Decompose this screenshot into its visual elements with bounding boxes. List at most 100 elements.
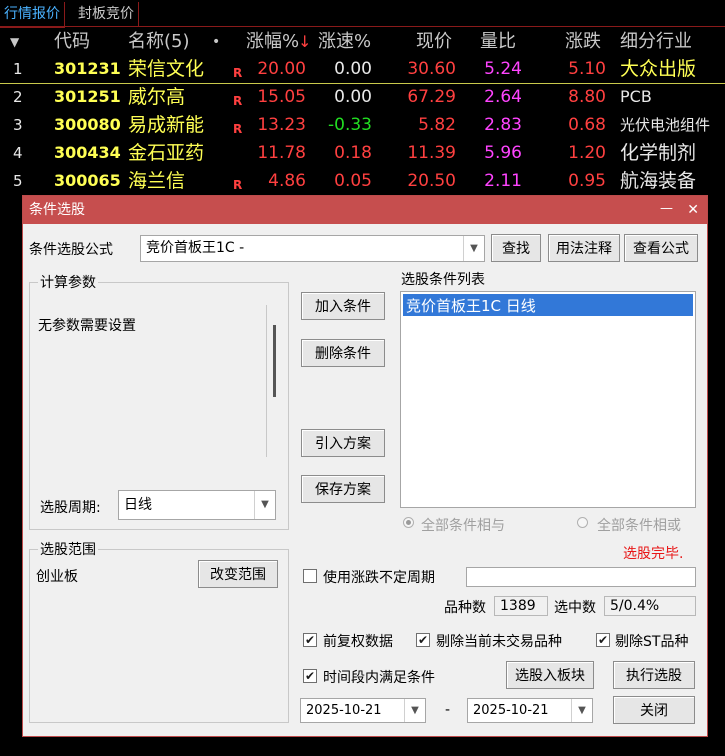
date-from-combo[interactable]: 2025-10-21 ▼ (300, 698, 426, 723)
row-index: 1 (13, 60, 23, 78)
dialog-titlebar[interactable]: 条件选股 — ✕ (23, 196, 707, 224)
period-combo[interactable]: 日线 ▼ (118, 490, 276, 520)
period-value: 日线 (124, 497, 152, 513)
close-icon[interactable]: ✕ (687, 196, 699, 224)
row-index: 2 (13, 88, 23, 106)
col-vol-ratio[interactable]: 量比 (480, 28, 516, 56)
speed: 0.18 (334, 143, 372, 163)
find-button[interactable]: 查找 (491, 234, 541, 262)
industry: PCB (620, 87, 652, 106)
vol-ratio: 2.83 (484, 115, 522, 135)
params-scroll-track (266, 305, 267, 457)
chevron-down-icon[interactable]: ▼ (463, 236, 484, 261)
col-change[interactable]: 涨跌 (565, 28, 601, 56)
fq-checkbox[interactable]: ✔ (303, 633, 317, 647)
change: 5.10 (568, 59, 606, 79)
col-industry[interactable]: 细分行业 (620, 28, 692, 56)
scope-group: 选股范围 创业板 改变范围 (29, 539, 289, 723)
chevron-down-icon[interactable]: ▼ (404, 699, 425, 722)
params-scrollbar[interactable] (273, 325, 276, 397)
col-price[interactable]: 现价 (416, 28, 452, 56)
list-item-label: 竞价首板王1C 日线 (406, 297, 536, 315)
change: 0.68 (568, 115, 606, 135)
dialog-title: 条件选股 (29, 202, 85, 218)
stock-name: 易成新能 (128, 114, 205, 136)
change-pct: 15.05 (257, 87, 306, 107)
formula-label: 条件选股公式 (29, 242, 113, 258)
stock-code: 300434 (54, 143, 121, 162)
menu-arrow-icon[interactable]: ▼ (10, 28, 19, 56)
change-pct: 13.23 (257, 115, 306, 135)
speed: 0.00 (334, 59, 372, 79)
delete-condition-button[interactable]: 删除条件 (301, 339, 385, 367)
view-formula-button[interactable]: 查看公式 (624, 234, 698, 262)
to-block-button[interactable]: 选股入板块 (506, 661, 594, 689)
col-change-pct[interactable]: 涨幅% (246, 28, 299, 56)
table-row[interactable]: 1 301231 荣信文化 R 20.00 0.00 30.60 5.24 5.… (0, 55, 725, 84)
condition-list[interactable]: 竞价首板王1C 日线 (400, 291, 696, 508)
table-row[interactable]: 4 300434 金石亚药 11.78 0.18 11.39 5.96 1.20… (0, 139, 725, 167)
count-label: 品种数 (444, 600, 486, 616)
table-row[interactable]: 3 300080 易成新能 R 13.23 -0.33 5.82 2.83 0.… (0, 111, 725, 139)
col-name[interactable]: 名称(5) (128, 28, 190, 56)
scope-title: 选股范围 (38, 539, 98, 559)
chevron-down-icon[interactable]: ▼ (571, 699, 592, 722)
stock-code: 300080 (54, 115, 121, 134)
col-speed[interactable]: 涨速% (318, 28, 371, 56)
condition-list-title: 选股条件列表 (401, 272, 485, 288)
chevron-down-icon[interactable]: ▼ (254, 491, 275, 519)
save-plan-button[interactable]: 保存方案 (301, 475, 385, 503)
all-and-label: 全部条件相与 (421, 518, 505, 534)
minimize-icon[interactable]: — (660, 195, 673, 223)
vol-ratio: 5.96 (484, 143, 522, 163)
speed: 0.05 (334, 171, 372, 191)
untraded-checkbox[interactable]: ✔ (416, 633, 430, 647)
industry: 航海装备 (620, 170, 697, 192)
price: 67.29 (407, 87, 456, 107)
date-from-value: 2025-10-21 (306, 703, 382, 718)
change: 1.20 (568, 143, 606, 163)
col-code[interactable]: 代码 (54, 28, 90, 56)
usage-button[interactable]: 用法注释 (548, 234, 620, 262)
import-plan-button[interactable]: 引入方案 (301, 429, 385, 457)
date-to-combo[interactable]: 2025-10-21 ▼ (467, 698, 593, 723)
st-checkbox[interactable]: ✔ (596, 633, 610, 647)
row-index: 4 (13, 144, 23, 162)
use-period-checkbox[interactable] (303, 569, 317, 583)
use-period-label: 使用涨跌不定周期 (323, 570, 435, 586)
price: 11.39 (407, 143, 456, 163)
list-item-selected[interactable]: 竞价首板王1C 日线 (403, 294, 693, 316)
radio-dot (406, 520, 411, 525)
price: 20.50 (407, 171, 456, 191)
close-button[interactable]: 关闭 (613, 696, 695, 724)
industry: 大众出版 (620, 58, 697, 80)
change-scope-button[interactable]: 改变范围 (198, 560, 278, 588)
params-text: 无参数需要设置 (38, 318, 136, 334)
table-row[interactable]: 5 300065 海兰信 R 4.86 0.05 20.50 2.11 0.95… (0, 167, 725, 195)
count-value: 1389 (494, 596, 548, 616)
radio-all-or[interactable] (577, 517, 588, 528)
scope-value: 创业板 (36, 569, 78, 585)
st-label: 剔除ST品种 (615, 634, 689, 650)
radio-all-and[interactable] (403, 517, 414, 528)
time-checkbox[interactable]: ✔ (303, 669, 317, 683)
run-button[interactable]: 执行选股 (613, 661, 695, 689)
stock-name: 海兰信 (128, 170, 186, 192)
fq-label: 前复权数据 (323, 634, 393, 650)
stock-code: 301251 (54, 87, 121, 106)
table-row[interactable]: 2 301251 威尔高 R 15.05 0.00 67.29 2.64 8.8… (0, 83, 725, 111)
stock-name: 威尔高 (128, 86, 186, 108)
tab-quotes[interactable]: 行情报价 (0, 2, 65, 28)
tab-limit-auction[interactable]: 封板竞价 (74, 2, 139, 26)
change: 0.95 (568, 171, 606, 191)
add-condition-button[interactable]: 加入条件 (301, 292, 385, 320)
stock-name: 金石亚药 (128, 142, 205, 164)
formula-combo[interactable]: 竞价首板王1C - ▼ (140, 235, 485, 262)
vol-ratio: 2.11 (484, 171, 522, 191)
vol-ratio: 2.64 (484, 87, 522, 107)
period-input[interactable] (466, 567, 696, 587)
price: 5.82 (418, 115, 456, 135)
formula-value: 竞价首板王1C - (146, 240, 245, 256)
vol-ratio: 5.24 (484, 59, 522, 79)
status-text: 选股完毕. (623, 546, 684, 562)
